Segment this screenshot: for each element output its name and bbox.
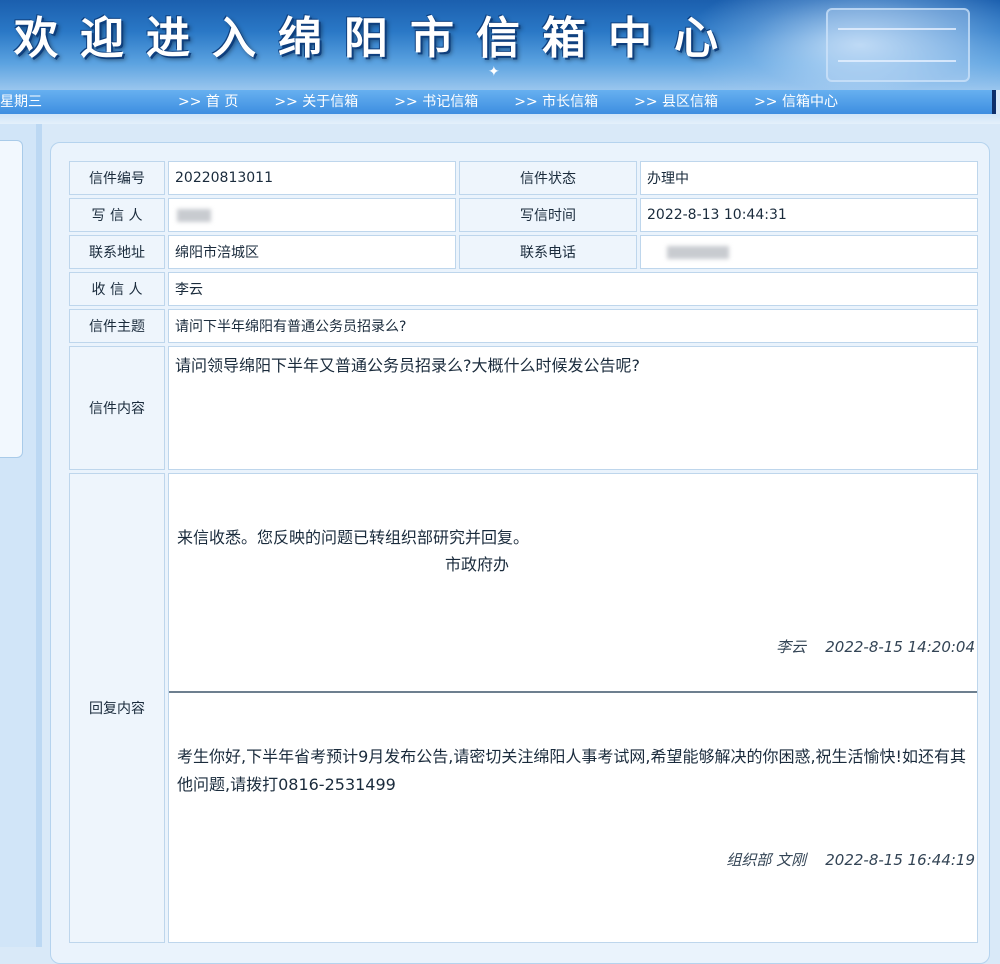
reply-body: 考生你好,下半年省考预计9月发布公告,请密切关注绵阳人事考试网,希望能够解决的你… (177, 747, 966, 794)
table-row: 信件编号 20220813011 信件状态 办理中 (69, 161, 978, 195)
reply-author: 李云 (776, 638, 807, 656)
letter-number-value: 20220813011 (168, 161, 456, 195)
table-row: 写 信 人 写信时间 2022-8-13 10:44:31 (69, 198, 978, 232)
reply-datetime: 2022-8-15 14:20:04 (825, 638, 975, 656)
phone-label: 联系电话 (459, 235, 637, 269)
nav-item-center[interactable]: >> 信箱中心 (754, 90, 838, 114)
nav-date: 星期三 (0, 94, 42, 110)
header-banner: 欢迎进入绵阳市信箱中心 ✦ (0, 0, 1000, 90)
reply-content: 来信收悉。您反映的问题已转组织部研究并回复。 市政府办 李云 2022-8-15… (168, 473, 978, 943)
reply-signature: 市政府办 (445, 555, 510, 574)
nav-item-about[interactable]: >> 关于信箱 (274, 90, 358, 114)
nav-item-secretary[interactable]: >> 书记信箱 (394, 90, 478, 114)
recipient-label: 收 信 人 (69, 272, 165, 306)
reply-meta: 李云 2022-8-15 14:20:04 (169, 636, 977, 657)
letter-status-label: 信件状态 (459, 161, 637, 195)
sparkle-icon: ✦ (488, 64, 500, 80)
nav-underline (0, 114, 1000, 124)
redacted-writer (177, 208, 211, 222)
letter-number-label: 信件编号 (69, 161, 165, 195)
nav-item-home[interactable]: >> 首 页 (178, 90, 238, 114)
left-sidebar-panel (0, 140, 23, 458)
reply-meta: 组织部 文刚 2022-8-15 16:44:19 (169, 849, 977, 870)
reply-author: 组织部 文刚 (726, 851, 807, 869)
writer-value (168, 198, 456, 232)
writer-label: 写 信 人 (69, 198, 165, 232)
table-row: 收 信 人 李云 (69, 272, 978, 306)
left-rail (36, 124, 42, 947)
address-label: 联系地址 (69, 235, 165, 269)
nav-menu: >> 首 页 >> 关于信箱 >> 书记信箱 >> 市长信箱 >> 县区信箱 >… (178, 90, 874, 114)
content-label: 信件内容 (69, 346, 165, 470)
redacted-phone (667, 245, 729, 259)
reply-datetime: 2022-8-15 16:44:19 (825, 851, 975, 869)
reply-item: 考生你好,下半年省考预计9月发布公告,请密切关注绵阳人事考试网,希望能够解决的你… (169, 693, 977, 870)
phone-value (640, 235, 978, 269)
write-time-value: 2022-8-13 10:44:31 (640, 198, 978, 232)
nav-item-county[interactable]: >> 县区信箱 (634, 90, 718, 114)
address-value: 绵阳市涪城区 (168, 235, 456, 269)
letter-detail-table: 信件编号 20220813011 信件状态 办理中 写 信 人 写信时间 202… (66, 158, 981, 946)
banner-title: 欢迎进入绵阳市信箱中心 (14, 13, 740, 64)
subject-label: 信件主题 (69, 309, 165, 343)
subject-value: 请问下半年绵阳有普通公务员招录么? (168, 309, 978, 343)
nav-bar: 星期三 >> 首 页 >> 关于信箱 >> 书记信箱 >> 市长信箱 >> 县区… (0, 90, 996, 114)
nav-item-mayor[interactable]: >> 市长信箱 (514, 90, 598, 114)
content-value: 请问领导绵阳下半年又普通公务员招录么?大概什么时候发公告呢? (168, 346, 978, 470)
write-time-label: 写信时间 (459, 198, 637, 232)
table-row: 回复内容 来信收悉。您反映的问题已转组织部研究并回复。 市政府办 李云 2022… (69, 473, 978, 943)
recipient-value: 李云 (168, 272, 978, 306)
reply-item: 来信收悉。您反映的问题已转组织部研究并回复。 市政府办 李云 2022-8-15… (169, 474, 977, 693)
table-row: 信件内容 请问领导绵阳下半年又普通公务员招录么?大概什么时候发公告呢? (69, 346, 978, 470)
banner-keyboard-graphic (826, 8, 970, 82)
table-row: 联系地址 绵阳市涪城区 联系电话 (69, 235, 978, 269)
reply-label: 回复内容 (69, 473, 165, 943)
table-row: 信件主题 请问下半年绵阳有普通公务员招录么? (69, 309, 978, 343)
letter-status-value: 办理中 (640, 161, 978, 195)
reply-body: 来信收悉。您反映的问题已转组织部研究并回复。 (177, 528, 530, 547)
